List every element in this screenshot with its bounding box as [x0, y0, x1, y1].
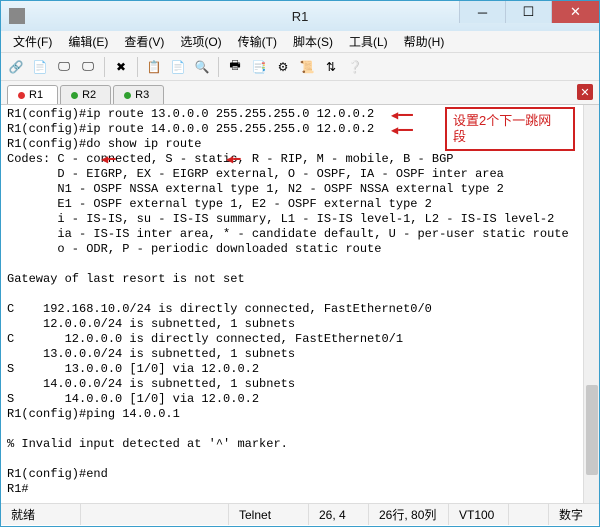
- annotation-arrow-icon: ◀━━: [391, 124, 413, 139]
- copy-icon[interactable]: 📋: [143, 56, 165, 78]
- menu-view[interactable]: 查看(V): [116, 31, 172, 52]
- reconnect-icon[interactable]: 🖵: [77, 56, 99, 78]
- menu-script[interactable]: 脚本(S): [285, 31, 341, 52]
- session-icon[interactable]: 📄: [29, 56, 51, 78]
- menu-options[interactable]: 选项(O): [172, 31, 229, 52]
- toolbar-separator: [137, 57, 138, 77]
- print-icon[interactable]: 🖶: [224, 56, 246, 78]
- status-numlock: 数字: [549, 504, 599, 525]
- status-dot-icon: [18, 92, 25, 99]
- app-icon: [9, 8, 25, 24]
- callout-text: 设置2个下一跳网 段: [453, 113, 551, 144]
- menu-edit[interactable]: 编辑(E): [60, 31, 116, 52]
- toolbar-separator: [104, 57, 105, 77]
- status-spacer: [81, 504, 229, 525]
- tab-r2[interactable]: R2: [60, 85, 111, 104]
- options-icon[interactable]: ⚙: [272, 56, 294, 78]
- menu-file[interactable]: 文件(F): [5, 31, 60, 52]
- tab-label: R2: [82, 89, 96, 101]
- terminal-text: R1(config)#ip route 13.0.0.0 255.255.255…: [7, 107, 593, 497]
- close-button[interactable]: ✕: [551, 1, 599, 23]
- scroll-thumb[interactable]: [586, 385, 598, 475]
- connect-icon[interactable]: 🖵: [53, 56, 75, 78]
- tab-close-icon[interactable]: ✕: [577, 84, 593, 100]
- title-bar: R1 ─ ☐ ✕: [1, 1, 599, 31]
- status-cursor: 26, 4: [309, 504, 369, 525]
- toolbar-separator: [218, 57, 219, 77]
- status-dot-icon: [71, 92, 78, 99]
- quick-connect-icon[interactable]: 🔗: [5, 56, 27, 78]
- toolbar: 🔗 📄 🖵 🖵 ✖ 📋 📄 🔍 🖶 📑 ⚙ 📜 ⇅ ❔: [1, 53, 599, 81]
- status-size: 26行, 80列: [369, 504, 449, 525]
- annotation-callout: 设置2个下一跳网 段: [445, 107, 575, 151]
- menu-transfer[interactable]: 传输(T): [230, 31, 285, 52]
- status-bar: 就绪 Telnet 26, 4 26行, 80列 VT100 数字: [1, 503, 599, 525]
- annotation-arrow-icon: ◀━: [101, 153, 115, 168]
- menu-bar: 文件(F) 编辑(E) 查看(V) 选项(O) 传输(T) 脚本(S) 工具(L…: [1, 31, 599, 53]
- annotation-arrow-icon: ◀━━: [391, 109, 413, 124]
- status-termtype: VT100: [449, 504, 509, 525]
- properties-icon[interactable]: 📑: [248, 56, 270, 78]
- transfer-icon[interactable]: ⇅: [320, 56, 342, 78]
- annotation-arrow-icon: ◀━: [226, 153, 240, 168]
- disconnect-icon[interactable]: ✖: [110, 56, 132, 78]
- status-protocol: Telnet: [229, 504, 309, 525]
- tab-r1[interactable]: R1: [7, 85, 58, 104]
- menu-tools[interactable]: 工具(L): [341, 31, 396, 52]
- minimize-button[interactable]: ─: [459, 1, 505, 23]
- maximize-button[interactable]: ☐: [505, 1, 551, 23]
- tab-label: R3: [135, 89, 149, 101]
- paste-icon[interactable]: 📄: [167, 56, 189, 78]
- tab-label: R1: [29, 89, 43, 101]
- tab-r3[interactable]: R3: [113, 85, 164, 104]
- window-title: R1: [292, 9, 309, 24]
- menu-help[interactable]: 帮助(H): [396, 31, 453, 52]
- status-ready: 就绪: [1, 504, 81, 525]
- window-buttons: ─ ☐ ✕: [459, 1, 599, 23]
- script-icon[interactable]: 📜: [296, 56, 318, 78]
- find-icon[interactable]: 🔍: [191, 56, 213, 78]
- help-icon[interactable]: ❔: [344, 56, 366, 78]
- tab-bar: R1 R2 R3 ✕: [1, 81, 599, 105]
- status-caps: [509, 504, 549, 525]
- status-dot-icon: [124, 92, 131, 99]
- terminal-output[interactable]: R1(config)#ip route 13.0.0.0 255.255.255…: [1, 105, 599, 503]
- scrollbar[interactable]: [583, 105, 599, 503]
